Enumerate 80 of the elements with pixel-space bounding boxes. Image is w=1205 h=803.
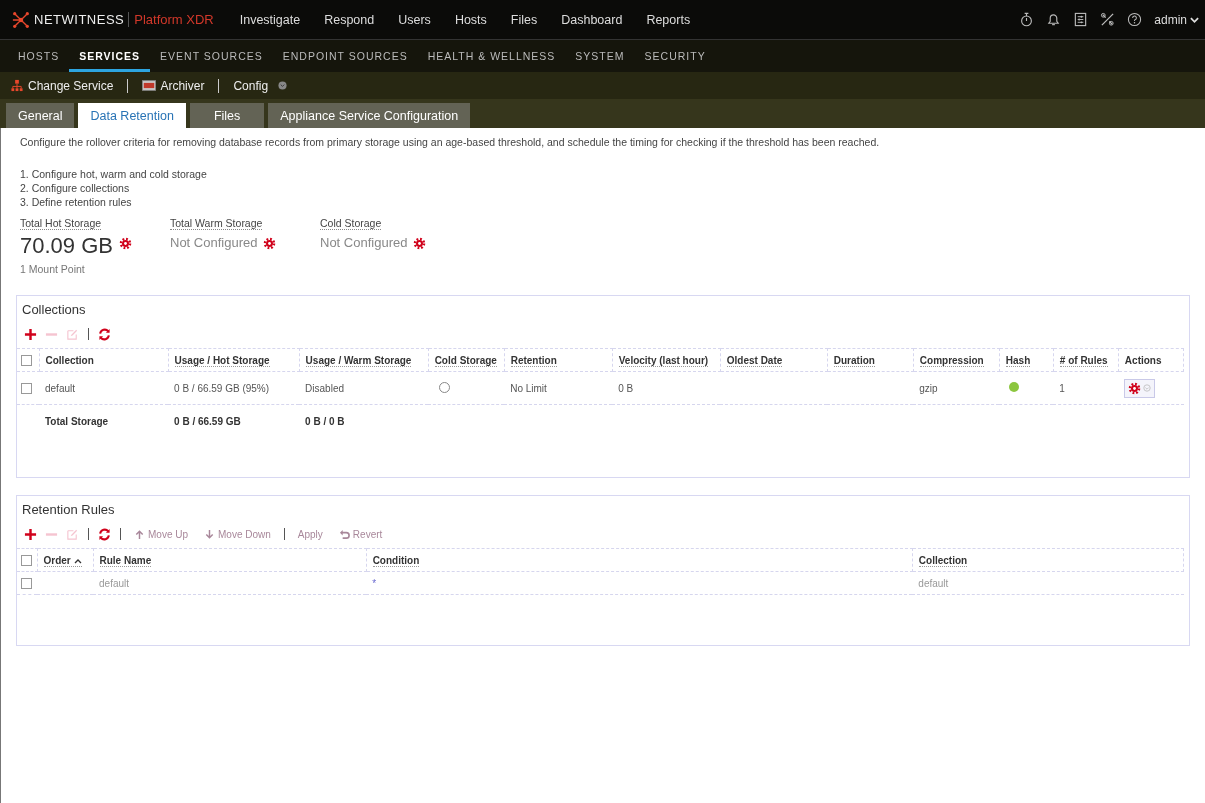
description-text: Configure the rollover criteria for removing database records from primary storage using an age-based threshold, and schedule the timing for checking if the threshold has been reached. <box>20 136 881 148</box>
step-text: 2. Configure collections <box>20 181 131 195</box>
table-cell: 0 B <box>618 382 634 394</box>
caret-icon <box>278 81 288 90</box>
sort-ascending-icon <box>73 557 82 564</box>
storage-value: Not Configured <box>320 235 408 250</box>
checkbox[interactable] <box>21 577 32 589</box>
add-icon[interactable] <box>24 327 37 341</box>
column-header[interactable]: Rule Name <box>99 554 152 567</box>
admin-tab[interactable]: EVENT SOURCES <box>150 40 273 72</box>
table-cell: No Limit <box>510 382 547 394</box>
step-text: 1. Configure hot, warm and cold storage <box>20 167 208 181</box>
checkbox[interactable] <box>21 554 32 566</box>
hierarchy-icon <box>10 79 24 92</box>
mount-point-text: 1 Mount Point <box>20 263 86 275</box>
storage-label: Total Hot Storage <box>20 217 102 230</box>
arrow-down-icon <box>204 528 215 540</box>
table-cell: default <box>99 577 130 589</box>
refresh-icon[interactable] <box>98 527 111 541</box>
table-cell: gzip <box>919 382 938 394</box>
nav-link[interactable]: Reports <box>634 12 703 27</box>
admin-tab[interactable]: SECURITY <box>634 40 716 72</box>
actions-button[interactable] <box>1124 378 1156 398</box>
table-cell: * <box>372 577 377 589</box>
arrow-up-icon <box>134 528 145 540</box>
nav-link[interactable]: Users <box>386 12 443 27</box>
caret-icon <box>1143 384 1152 392</box>
logo-icon[interactable] <box>12 10 30 29</box>
table-cell: default <box>918 577 949 589</box>
nav-link[interactable]: Files <box>498 12 550 27</box>
table-cell: Disabled <box>305 382 344 394</box>
tab[interactable]: Data Retention <box>78 103 186 128</box>
gear-icon <box>1128 381 1142 395</box>
panel-title: Collections <box>22 302 87 317</box>
table-cell: 0 B / 66.59 GB (95%) <box>174 382 270 394</box>
settings-icon[interactable] <box>118 237 132 250</box>
nav-link[interactable]: Hosts <box>442 12 499 27</box>
table-cell: 0 B / 0 B <box>305 415 345 427</box>
admin-tab[interactable]: ENDPOINT SOURCES <box>272 40 418 72</box>
refresh-icon[interactable] <box>98 327 111 341</box>
bell-icon[interactable] <box>1046 12 1062 27</box>
admin-tab[interactable]: HEALTH & WELLNESS <box>417 40 566 72</box>
panel-title: Retention Rules <box>22 502 116 517</box>
brand-name: NETWITNESS <box>34 12 125 27</box>
checkbox[interactable] <box>21 354 32 366</box>
storage-label: Total Warm Storage <box>170 217 263 230</box>
column-header[interactable]: Collection <box>45 354 94 366</box>
settings-icon[interactable] <box>263 237 277 250</box>
service-button[interactable]: Archiver <box>142 78 205 93</box>
view-dropdown[interactable]: Config <box>233 78 288 93</box>
change-service-button[interactable]: Change Service <box>10 78 114 93</box>
settings-icon[interactable] <box>413 237 427 250</box>
tab[interactable]: General <box>6 103 75 128</box>
tab[interactable]: Appliance Service Configuration <box>268 103 471 128</box>
help-icon[interactable] <box>1127 12 1143 27</box>
admin-tab[interactable]: HOSTS <box>8 40 70 72</box>
table-cell: Total Storage <box>45 415 109 427</box>
storage-value: Not Configured <box>170 235 258 250</box>
chevron-down-icon <box>1190 15 1199 24</box>
checkbox[interactable] <box>21 382 32 394</box>
table-cell: default <box>45 382 76 394</box>
product-name: Platform XDR <box>128 12 214 27</box>
nav-link[interactable]: Respond <box>312 12 387 27</box>
appliance-icon <box>142 79 157 92</box>
column-header[interactable]: Collection <box>918 554 968 567</box>
settings-panel-icon[interactable] <box>1073 12 1089 27</box>
stopwatch-icon[interactable] <box>1019 12 1035 27</box>
add-icon[interactable] <box>24 527 37 541</box>
undo-icon <box>338 528 350 540</box>
storage-value: 70.09 GB <box>20 233 113 259</box>
tab[interactable]: Files <box>189 103 265 128</box>
nav-link[interactable]: Investigate <box>227 12 313 27</box>
table-cell: 0 B / 66.59 GB <box>174 415 241 427</box>
step-text: 3. Define retention rules <box>20 195 133 209</box>
nav-link[interactable]: Dashboard <box>549 12 635 27</box>
admin-tab[interactable]: SYSTEM <box>565 40 635 72</box>
storage-label: Cold Storage <box>320 217 382 230</box>
table-cell: 1 <box>1059 382 1065 394</box>
column-header[interactable]: Condition <box>372 554 420 567</box>
user-menu[interactable]: admin <box>1154 12 1199 27</box>
